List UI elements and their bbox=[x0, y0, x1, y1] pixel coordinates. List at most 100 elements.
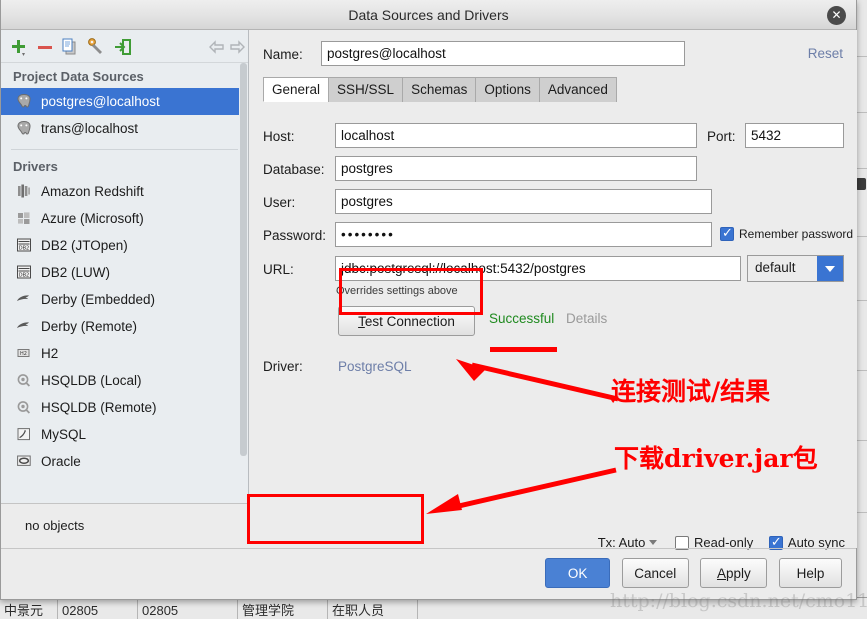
driver-item-azure[interactable]: Azure (Microsoft) bbox=[1, 205, 248, 232]
tab-general[interactable]: General bbox=[263, 77, 330, 102]
driver-label: Driver: bbox=[263, 359, 303, 374]
driver-item-db2-luw[interactable]: DB2 DB2 (LUW) bbox=[1, 259, 248, 286]
cancel-button[interactable]: Cancel bbox=[621, 558, 689, 588]
driver-item-mysql[interactable]: MySQL bbox=[1, 421, 248, 448]
hsqldb-icon bbox=[15, 370, 35, 387]
scrollbar-thumb[interactable] bbox=[240, 63, 247, 456]
data-sources-dialog: Data Sources and Drivers ✕ Project Data … bbox=[0, 0, 857, 600]
dialog-title: Data Sources and Drivers bbox=[348, 7, 509, 23]
nav-forward-icon[interactable] bbox=[229, 39, 246, 55]
remember-password-checkbox[interactable] bbox=[720, 225, 734, 241]
driver-label: Azure (Microsoft) bbox=[41, 211, 144, 226]
test-connection-label: est Connection bbox=[364, 313, 455, 329]
driver-label: HSQLDB (Remote) bbox=[41, 400, 157, 415]
driver-label: HSQLDB (Local) bbox=[41, 373, 142, 388]
tab-advanced[interactable]: Advanced bbox=[538, 77, 617, 102]
azure-windows-icon bbox=[15, 208, 35, 224]
background-knob-icon bbox=[856, 178, 866, 190]
chevron-down-icon[interactable] bbox=[817, 256, 843, 281]
wrench-icon[interactable] bbox=[86, 37, 106, 57]
remember-password-label: Remember password bbox=[739, 227, 854, 241]
driver-label: Derby (Embedded) bbox=[41, 292, 156, 307]
driver-label: H2 bbox=[41, 346, 59, 361]
driver-value-link[interactable]: PostgreSQL bbox=[338, 359, 412, 374]
url-label: URL: bbox=[263, 262, 294, 277]
dialog-titlebar: Data Sources and Drivers ✕ bbox=[1, 0, 856, 30]
host-label: Host: bbox=[263, 129, 295, 144]
driver-item-h2[interactable]: H2 H2 bbox=[1, 340, 248, 367]
driver-item-hsqldb-remote[interactable]: HSQLDB (Remote) bbox=[1, 394, 248, 421]
driver-item-oracle[interactable]: Oracle bbox=[1, 448, 248, 475]
derby-icon bbox=[15, 316, 35, 332]
help-button[interactable]: Help bbox=[779, 558, 842, 588]
data-source-item-postgres[interactable]: postgres@localhost bbox=[1, 88, 248, 115]
user-input[interactable] bbox=[335, 189, 712, 214]
driver-item-derby-embedded[interactable]: Derby (Embedded) bbox=[1, 286, 248, 313]
ok-button[interactable]: OK bbox=[545, 558, 611, 588]
background-cell: 02805 bbox=[58, 598, 138, 619]
copy-icon[interactable] bbox=[60, 37, 80, 57]
db2-icon: DB2 bbox=[15, 262, 35, 279]
left-panel-scrollbar[interactable] bbox=[239, 63, 248, 518]
background-cell: 在职人员 bbox=[328, 598, 418, 619]
redshift-icon bbox=[15, 181, 35, 198]
tab-ssh-ssl[interactable]: SSH/SSL bbox=[328, 77, 404, 102]
close-icon[interactable]: ✕ bbox=[827, 6, 846, 25]
port-input[interactable] bbox=[745, 123, 844, 148]
background-cell: 中景元 bbox=[0, 598, 58, 619]
svg-text:DB2: DB2 bbox=[19, 272, 29, 278]
chevron-down-icon bbox=[649, 540, 658, 545]
test-connection-button[interactable]: Test Connection bbox=[338, 306, 475, 336]
driver-item-derby-remote[interactable]: Derby (Remote) bbox=[1, 313, 248, 340]
dialog-separator bbox=[1, 548, 856, 549]
svg-text:H2: H2 bbox=[20, 351, 27, 357]
url-input[interactable] bbox=[335, 256, 741, 281]
background-cell: 02805 bbox=[138, 598, 238, 619]
connection-details-link[interactable]: Details bbox=[566, 311, 607, 326]
apply-mnemonic: A bbox=[716, 565, 726, 581]
driver-item-redshift[interactable]: Amazon Redshift bbox=[1, 178, 248, 205]
left-panel-list: Project Data Sources postgres@localhost bbox=[1, 63, 248, 518]
host-input[interactable] bbox=[335, 123, 697, 148]
driver-label: DB2 (JTOpen) bbox=[41, 238, 128, 253]
driver-item-db2-jtopen[interactable]: DB2 DB2 (JTOpen) bbox=[1, 232, 248, 259]
driver-label: DB2 (LUW) bbox=[41, 265, 111, 280]
right-panel: Name: Reset General SSH/SSL Schemas Opti… bbox=[250, 30, 857, 550]
nav-back-icon[interactable] bbox=[208, 39, 225, 55]
hsqldb-icon bbox=[15, 397, 35, 414]
db2-icon: DB2 bbox=[15, 235, 35, 252]
import-arrow-icon[interactable] bbox=[113, 37, 133, 57]
name-label: Name: bbox=[263, 47, 303, 62]
svg-text:DB2: DB2 bbox=[19, 245, 29, 251]
plus-icon[interactable] bbox=[9, 37, 29, 57]
name-input[interactable] bbox=[321, 41, 685, 66]
reset-link[interactable]: Reset bbox=[808, 46, 843, 61]
data-source-item-trans[interactable]: trans@localhost bbox=[1, 115, 248, 142]
postgres-elephant-icon bbox=[15, 91, 35, 108]
derby-icon bbox=[15, 289, 35, 305]
remember-password-checkbox-group[interactable]: Remember password bbox=[720, 225, 854, 241]
apply-button[interactable]: Apply bbox=[700, 558, 768, 588]
minus-icon[interactable] bbox=[35, 37, 55, 57]
test-connection-mnemonic: T bbox=[358, 313, 365, 329]
project-data-sources-label: Project Data Sources bbox=[13, 69, 144, 84]
objects-status-bar: no objects bbox=[1, 503, 249, 548]
driver-item-hsqldb-local[interactable]: HSQLDB (Local) bbox=[1, 367, 248, 394]
url-scheme-value: default bbox=[755, 260, 796, 275]
database-label: Database: bbox=[263, 162, 325, 177]
password-label: Password: bbox=[263, 228, 327, 243]
tab-bar: General SSH/SSL Schemas Options Advanced bbox=[263, 77, 617, 102]
left-panel: Project Data Sources postgres@localhost bbox=[1, 30, 249, 548]
database-input[interactable] bbox=[335, 156, 697, 181]
data-source-label: trans@localhost bbox=[41, 121, 138, 136]
url-scheme-combo[interactable]: default bbox=[747, 255, 844, 282]
url-hint: Overrides settings above bbox=[336, 285, 458, 297]
driver-label: Oracle bbox=[41, 454, 81, 469]
tab-options[interactable]: Options bbox=[475, 77, 540, 102]
tab-schemas[interactable]: Schemas bbox=[402, 77, 477, 102]
password-input[interactable] bbox=[335, 222, 712, 247]
user-label: User: bbox=[263, 195, 296, 210]
dialog-button-bar: OK Cancel Apply Help bbox=[537, 558, 842, 588]
port-label: Port: bbox=[707, 129, 736, 144]
left-panel-toolbar bbox=[1, 30, 248, 63]
